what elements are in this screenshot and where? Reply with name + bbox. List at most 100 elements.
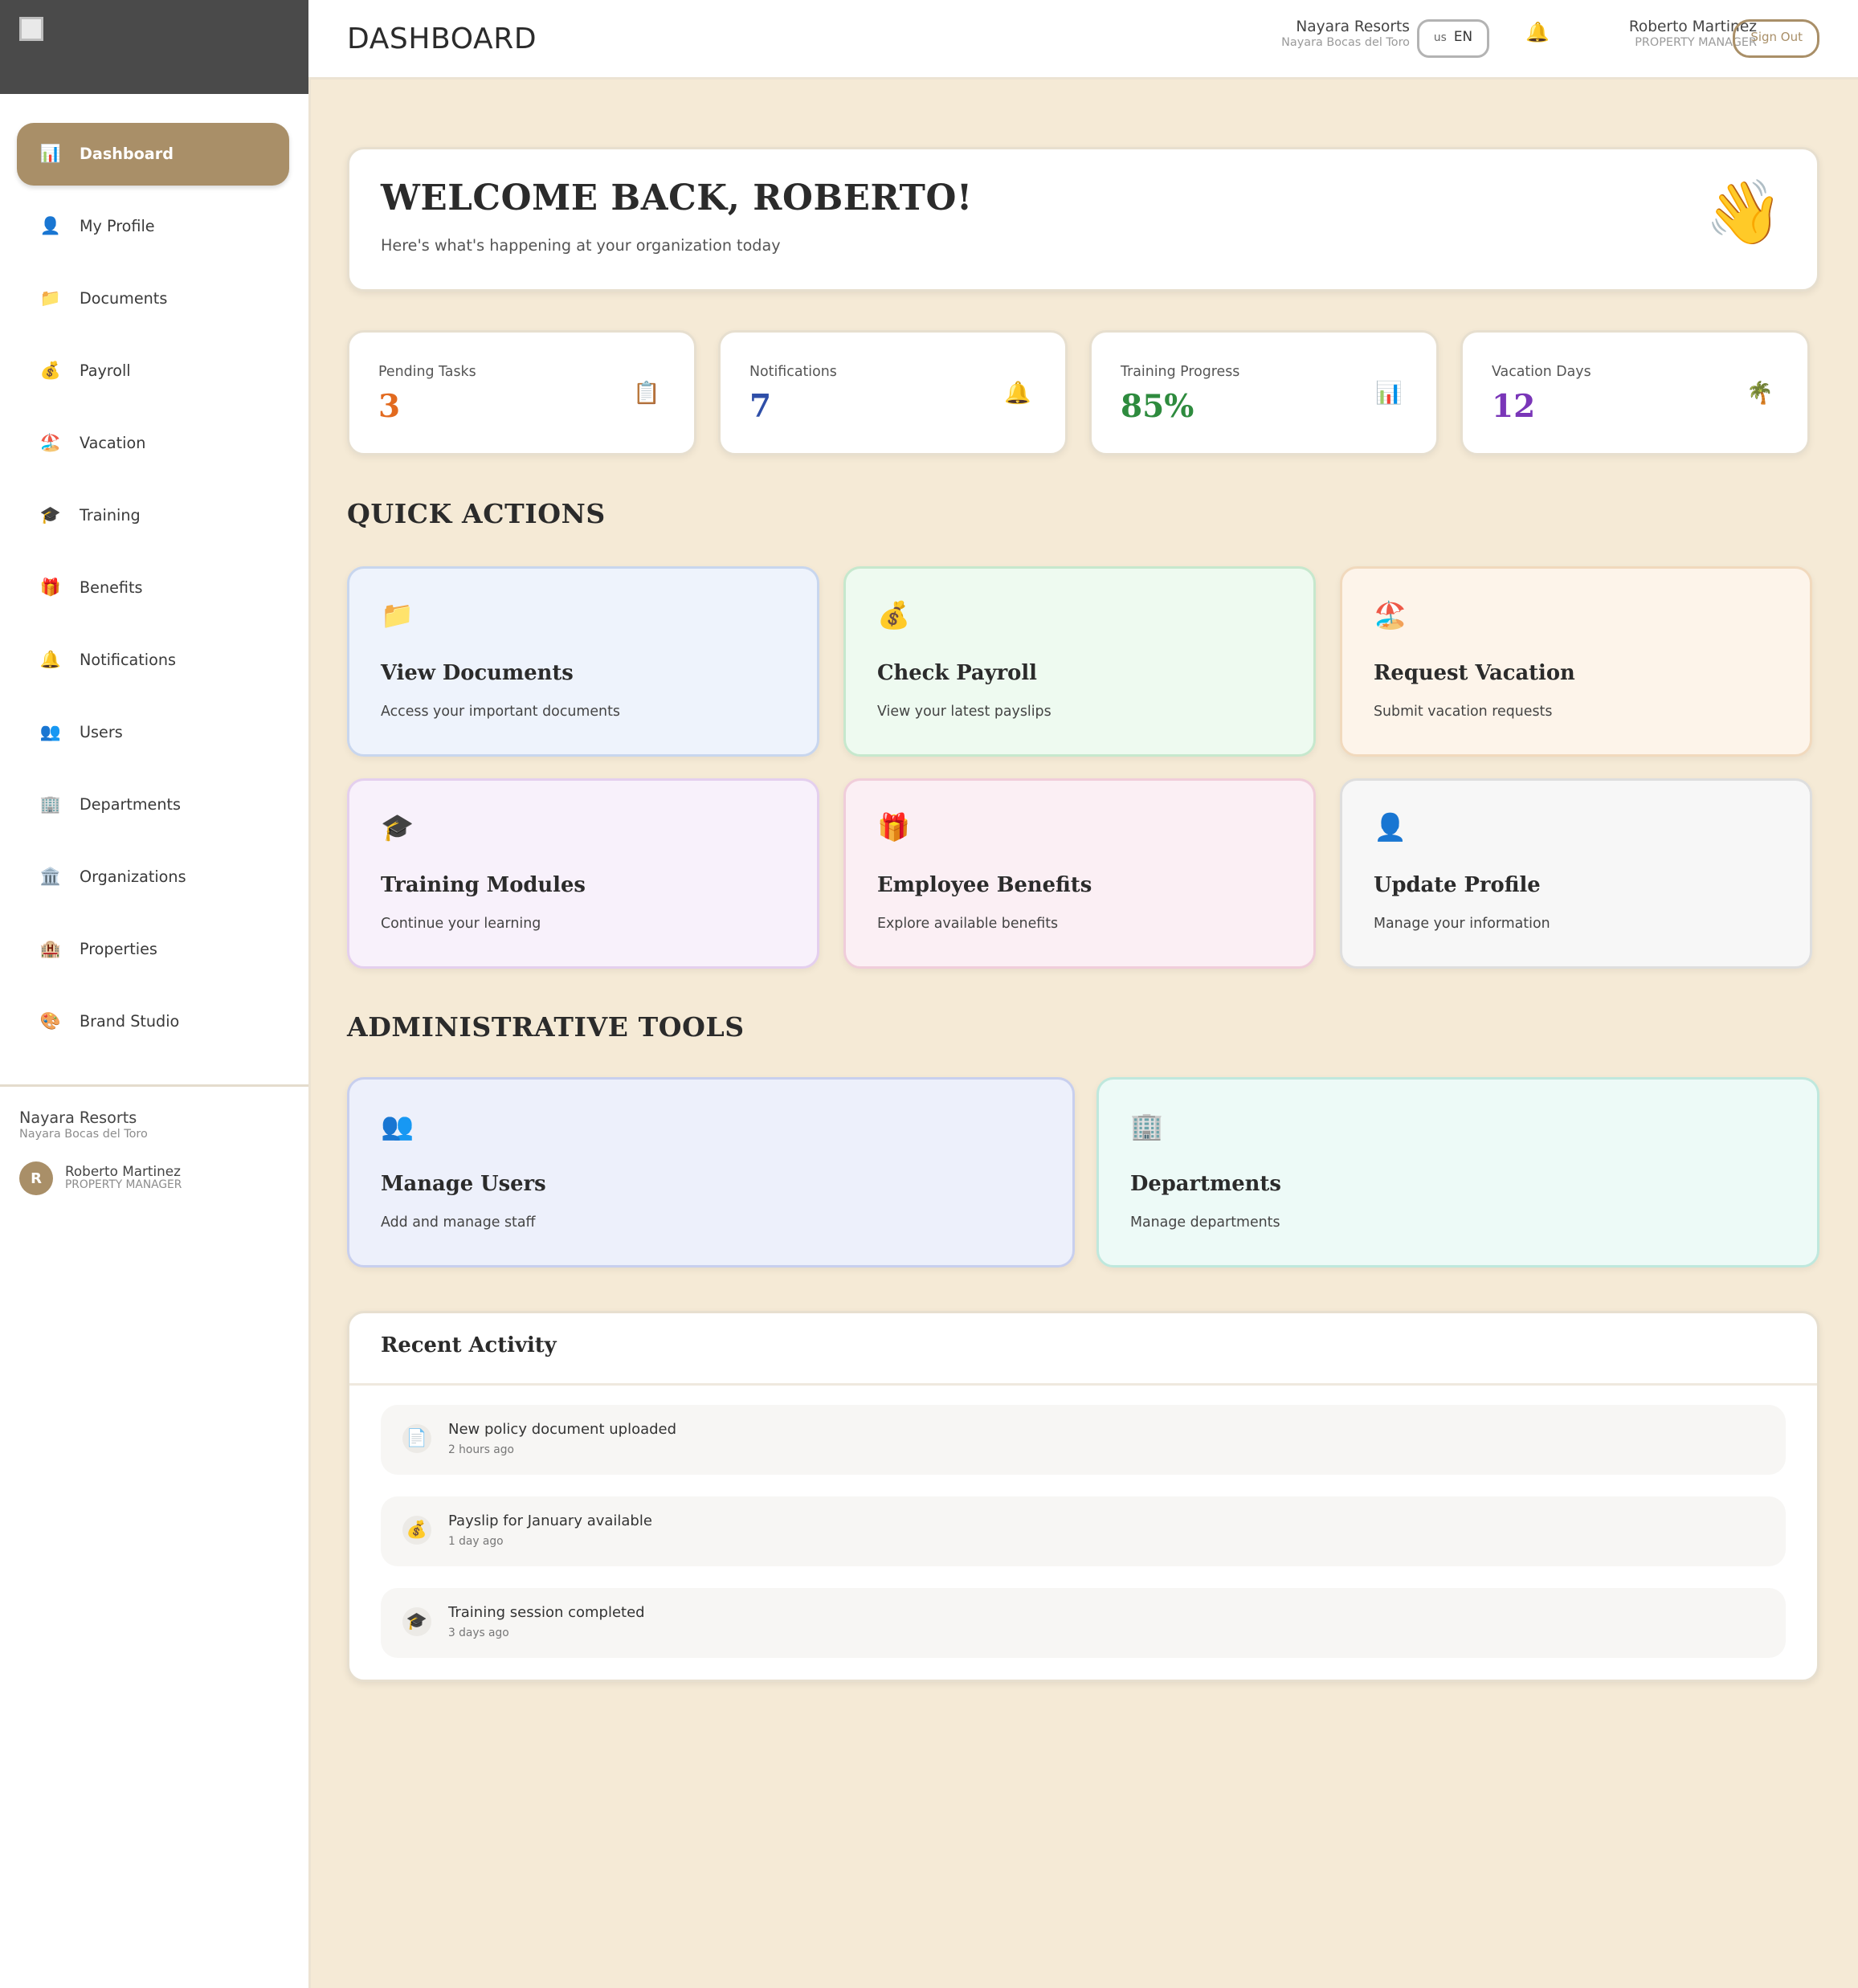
sidebar-item-documents[interactable]: 📁 Documents (17, 267, 289, 330)
activity-item[interactable]: 🎓 Training session completed 3 days ago (381, 1588, 1786, 1658)
quick-action-request-vacation[interactable]: 🏖️ Request Vacation Submit vacation requ… (1340, 566, 1812, 757)
bell-icon: 🔔 (39, 651, 62, 670)
stat-value: 85% (1121, 390, 1194, 427)
sidebar-item-label: Payroll (80, 361, 131, 381)
sidebar-item-properties[interactable]: 🏨 Properties (17, 918, 289, 981)
welcome-subtitle: Here's what's happening at your organiza… (381, 236, 781, 255)
activity-text: Training session completed (448, 1605, 645, 1622)
header-org-name: Nayara Resorts (1296, 19, 1410, 36)
stat-label: Training Progress (1121, 366, 1240, 381)
bar-chart-icon: 📊 (1375, 383, 1403, 407)
admin-tool-manage-users[interactable]: 👥 Manage Users Add and manage staff (347, 1077, 1075, 1268)
quick-action-desc: Explore available benefits (877, 918, 1059, 933)
folder-icon: 📁 (39, 289, 62, 308)
sidebar-item-organizations[interactable]: 🏛️ Organizations (17, 846, 289, 908)
activity-text: Payslip for January available (448, 1513, 652, 1530)
quick-action-training-modules[interactable]: 🎓 Training Modules Continue your learnin… (347, 778, 819, 969)
stats-row: Pending Tasks 3 📋 Notifications 7 🔔 Trai… (347, 330, 1819, 455)
activity-item[interactable]: 💰 Payslip for January available 1 day ag… (381, 1496, 1786, 1566)
sidebar-item-users[interactable]: 👥 Users (17, 701, 289, 764)
language-selector[interactable]: us EN (1416, 19, 1489, 58)
quick-action-desc: Manage your information (1374, 918, 1550, 933)
sidebar-item-vacation[interactable]: 🏖️ Vacation (17, 412, 289, 475)
stat-value: 7 (749, 390, 772, 427)
folder-icon: 📁 (381, 600, 414, 631)
quick-action-employee-benefits[interactable]: 🎁 Employee Benefits Explore available be… (843, 778, 1316, 969)
admin-tool-desc: Add and manage staff (381, 1217, 536, 1231)
quick-action-title: Employee Benefits (877, 875, 1092, 899)
stat-card-vacation-days: Vacation Days 12 🌴 (1460, 330, 1810, 455)
recent-activity-title: Recent Activity (381, 1335, 557, 1359)
sidebar-item-label: Brand Studio (80, 1012, 180, 1031)
admin-tools-title: ADMINISTRATIVE TOOLS (347, 1012, 745, 1043)
palette-icon: 🎨 (39, 1012, 62, 1031)
sign-out-button[interactable]: Sign Out (1733, 19, 1819, 58)
bell-icon: 🔔 (1004, 383, 1031, 407)
sidebar-item-my-profile[interactable]: 👤 My Profile (17, 195, 289, 258)
graduation-cap-icon: 🎓 (402, 1607, 431, 1636)
quick-actions-title: QUICK ACTIONS (347, 499, 606, 530)
sidebar-item-payroll[interactable]: 💰 Payroll (17, 340, 289, 402)
money-bag-icon: 💰 (877, 600, 911, 631)
sidebar-org-property: Nayara Bocas del Toro (19, 1130, 148, 1142)
sidebar-item-label: Organizations (80, 867, 186, 887)
sidebar-item-label: Benefits (80, 578, 143, 598)
sidebar-org-name: Nayara Resorts (19, 1108, 137, 1128)
admin-tool-departments[interactable]: 🏢 Departments Manage departments (1096, 1077, 1819, 1268)
money-bag-icon: 💰 (39, 361, 62, 381)
activity-item[interactable]: 📄 New policy document uploaded 2 hours a… (381, 1405, 1786, 1475)
sidebar-item-label: Vacation (80, 434, 146, 453)
quick-action-view-documents[interactable]: 📁 View Documents Access your important d… (347, 566, 819, 757)
sidebar-user-name: Roberto Martinez (65, 1165, 181, 1180)
gift-icon: 🎁 (39, 578, 62, 598)
sidebar-nav: 📊 Dashboard 👤 My Profile 📁 Documents 💰 Payro… (17, 123, 289, 1063)
top-bar: DASHBOARD Nayara Resorts Nayara Bocas de… (308, 0, 1858, 80)
header-org-property: Nayara Bocas del Toro (1281, 39, 1410, 51)
dashboard-icon: 📊 (39, 145, 62, 164)
sidebar: 📊 Dashboard 👤 My Profile 📁 Documents 💰 Payro… (0, 0, 311, 1988)
users-icon: 👥 (381, 1111, 414, 1142)
stat-card-pending-tasks: Pending Tasks 3 📋 (347, 330, 696, 455)
sidebar-item-label: Training (80, 506, 141, 525)
quick-action-check-payroll[interactable]: 💰 Check Payroll View your latest payslip… (843, 566, 1316, 757)
beach-icon: 🏖️ (39, 434, 62, 453)
sidebar-item-label: Departments (80, 795, 182, 814)
page-title: DASHBOARD (347, 22, 537, 55)
quick-action-title: View Documents (381, 663, 574, 687)
sidebar-divider (0, 1084, 308, 1087)
sidebar-item-label: My Profile (80, 217, 155, 236)
sidebar-item-label: Notifications (80, 651, 176, 670)
hotel-icon: 🏨 (39, 940, 62, 959)
sidebar-item-benefits[interactable]: 🎁 Benefits (17, 557, 289, 619)
clipboard-icon: 📋 (633, 383, 660, 407)
admin-tool-desc: Manage departments (1130, 1217, 1280, 1231)
office-building-icon: 🏢 (1130, 1111, 1164, 1142)
notification-bell-icon[interactable]: 🔔 (1525, 22, 1550, 43)
sidebar-footer: Nayara Resorts Nayara Bocas del Toro R R… (19, 1108, 182, 1195)
divider (349, 1383, 1817, 1386)
quick-action-desc: Continue your learning (381, 918, 541, 933)
sidebar-user[interactable]: R Roberto Martinez PROPERTY MANAGER (19, 1161, 182, 1195)
admin-tool-title: Departments (1130, 1174, 1281, 1198)
sidebar-item-brand-studio[interactable]: 🎨 Brand Studio (17, 990, 289, 1053)
activity-time: 2 hours ago (448, 1446, 514, 1458)
sidebar-item-notifications[interactable]: 🔔 Notifications (17, 629, 289, 692)
gift-icon: 🎁 (877, 812, 911, 843)
sidebar-item-dashboard[interactable]: 📊 Dashboard (17, 123, 289, 186)
admin-tools-grid: 👥 Manage Users Add and manage staff 🏢 De… (347, 1077, 1819, 1268)
quick-action-title: Update Profile (1374, 875, 1541, 899)
quick-action-title: Check Payroll (877, 663, 1037, 687)
sidebar-item-training[interactable]: 🎓 Training (17, 484, 289, 547)
user-icon: 👤 (1374, 812, 1407, 843)
quick-action-title: Training Modules (381, 875, 586, 899)
sidebar-item-departments[interactable]: 🏢 Departments (17, 774, 289, 836)
flag-icon: us (1433, 32, 1447, 45)
welcome-title: WELCOME BACK, ROBERTO! (381, 178, 973, 219)
activity-time: 3 days ago (448, 1629, 509, 1641)
activity-time: 1 day ago (448, 1537, 504, 1549)
sidebar-user-role: PROPERTY MANAGER (65, 1179, 182, 1192)
stat-label: Vacation Days (1492, 366, 1591, 381)
quick-action-update-profile[interactable]: 👤 Update Profile Manage your information (1340, 778, 1812, 969)
user-icon: 👤 (39, 217, 62, 236)
stat-value: 12 (1492, 390, 1536, 427)
